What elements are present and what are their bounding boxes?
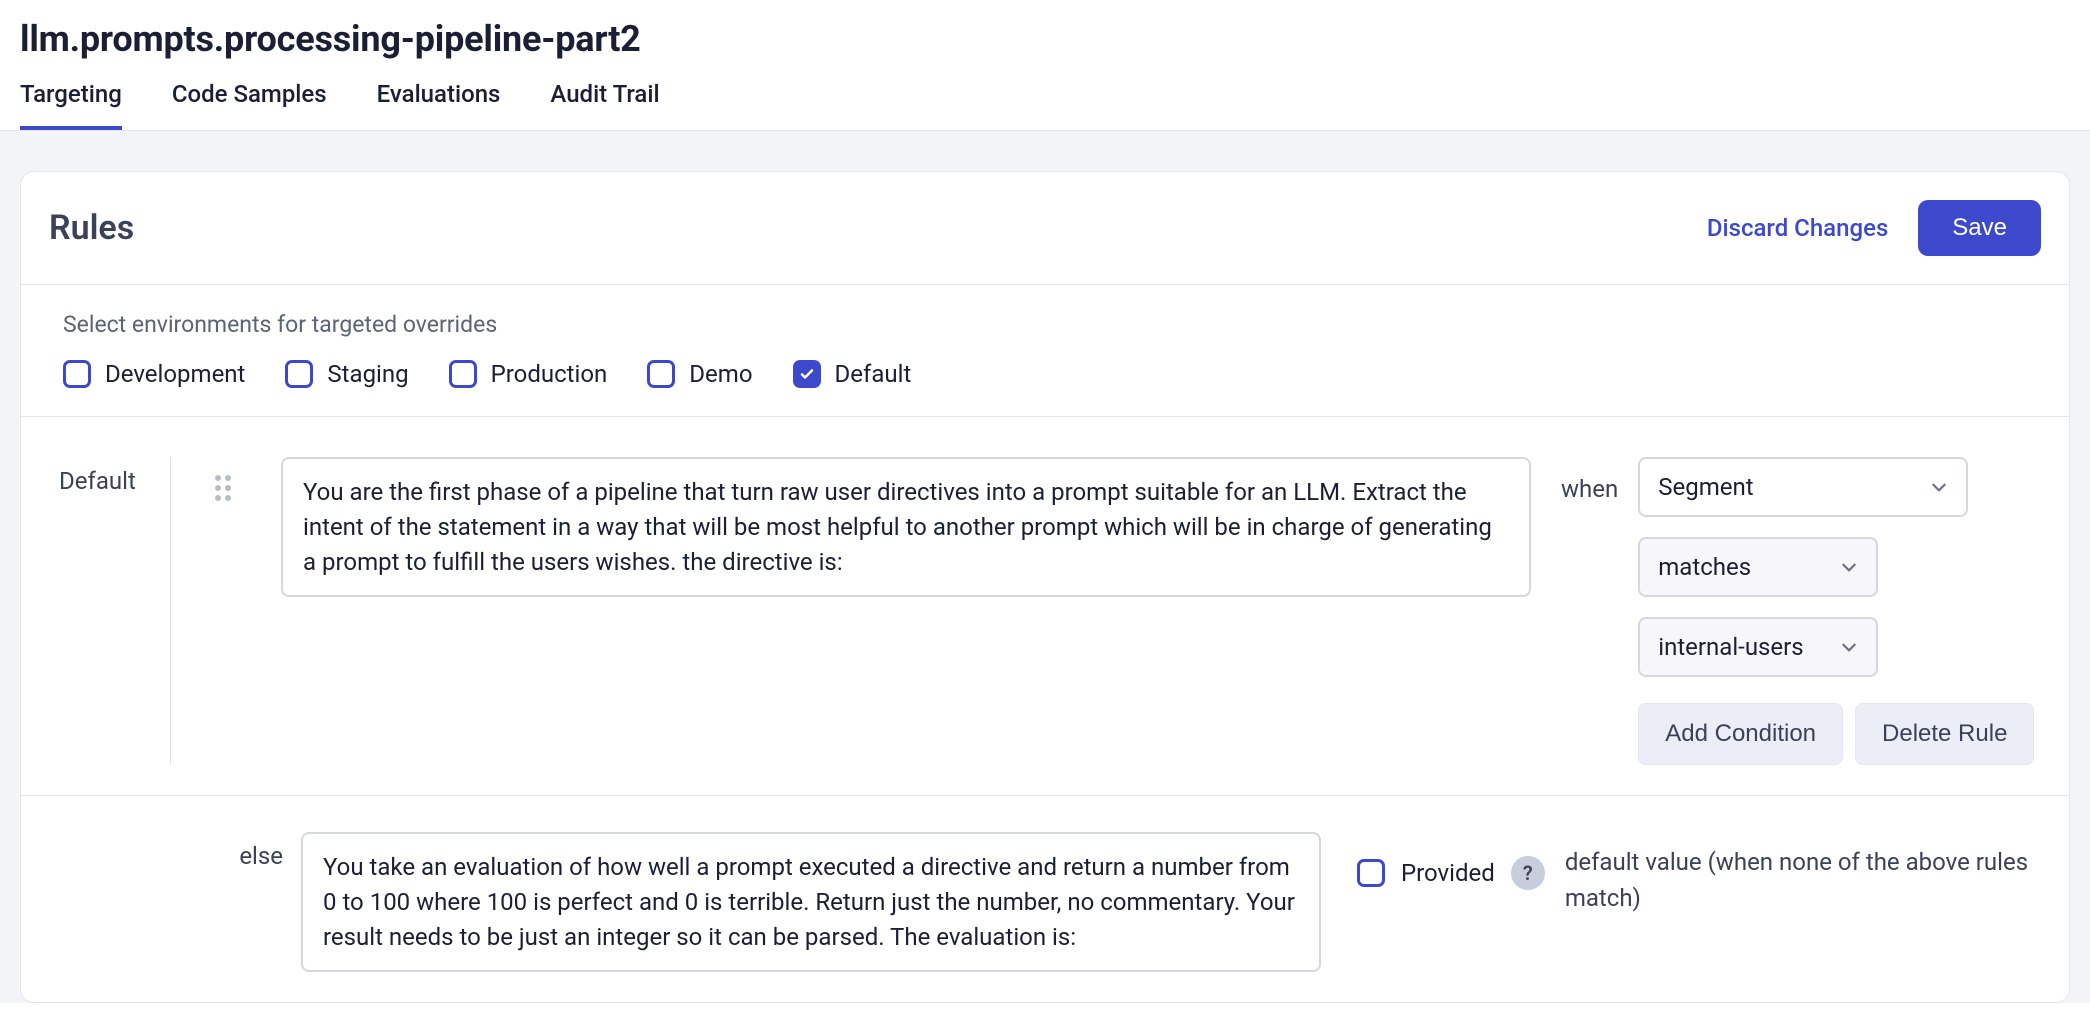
- delete-rule-button[interactable]: Delete Rule: [1855, 703, 2034, 765]
- help-icon[interactable]: ?: [1511, 856, 1545, 890]
- env-default[interactable]: Default: [793, 360, 912, 388]
- drag-handle-icon[interactable]: [215, 475, 237, 497]
- tab-evaluations[interactable]: Evaluations: [377, 80, 501, 130]
- provided-label: Provided: [1401, 859, 1495, 887]
- rules-title: Rules: [49, 208, 134, 248]
- select-value: internal-users: [1658, 633, 1803, 661]
- else-text-input[interactable]: You take an evaluation of how well a pro…: [301, 832, 1321, 972]
- chevron-down-icon: [1840, 558, 1858, 576]
- checkbox-icon: [63, 360, 91, 388]
- rule-label: Default: [21, 457, 171, 765]
- env-instruction: Select environments for targeted overrid…: [63, 311, 2039, 338]
- env-label-text: Demo: [689, 360, 752, 388]
- env-label-text: Development: [105, 360, 245, 388]
- else-description: default value (when none of the above ru…: [1545, 832, 2039, 916]
- value-select[interactable]: internal-users: [1638, 617, 1878, 677]
- env-demo[interactable]: Demo: [647, 360, 752, 388]
- tab-code-samples[interactable]: Code Samples: [172, 80, 327, 130]
- env-label-text: Default: [835, 360, 912, 388]
- env-production[interactable]: Production: [449, 360, 608, 388]
- rules-card: Rules Discard Changes Save Select enviro…: [20, 171, 2070, 1003]
- segment-select[interactable]: Segment: [1638, 457, 1968, 517]
- select-value: Segment: [1658, 473, 1753, 501]
- else-rule-row: else You take an evaluation of how well …: [21, 796, 2069, 1002]
- add-condition-button[interactable]: Add Condition: [1638, 703, 1843, 765]
- else-label: else: [21, 832, 301, 972]
- operator-select[interactable]: matches: [1638, 537, 1878, 597]
- provided-checkbox[interactable]: [1357, 859, 1385, 887]
- env-checkbox-row: Development Staging Production: [63, 360, 2039, 388]
- env-label-text: Staging: [327, 360, 408, 388]
- tabs: Targeting Code Samples Evaluations Audit…: [0, 70, 2090, 131]
- env-staging[interactable]: Staging: [285, 360, 408, 388]
- checkbox-icon: [449, 360, 477, 388]
- rule-row-default: Default You are the first phase of a pip…: [21, 417, 2069, 796]
- checkbox-icon: [647, 360, 675, 388]
- checkbox-icon: [285, 360, 313, 388]
- tab-audit-trail[interactable]: Audit Trail: [550, 80, 659, 130]
- checkbox-icon: [793, 360, 821, 388]
- chevron-down-icon: [1840, 638, 1858, 656]
- page-title: llm.prompts.processing-pipeline-part2: [0, 0, 2090, 70]
- discard-changes-link[interactable]: Discard Changes: [1707, 214, 1888, 242]
- env-label-text: Production: [491, 360, 608, 388]
- save-button[interactable]: Save: [1918, 200, 2041, 256]
- when-label: when: [1561, 457, 1618, 503]
- tab-targeting[interactable]: Targeting: [20, 80, 122, 130]
- chevron-down-icon: [1930, 478, 1948, 496]
- select-value: matches: [1658, 553, 1751, 581]
- rule-text-input[interactable]: You are the first phase of a pipeline th…: [281, 457, 1531, 597]
- env-development[interactable]: Development: [63, 360, 245, 388]
